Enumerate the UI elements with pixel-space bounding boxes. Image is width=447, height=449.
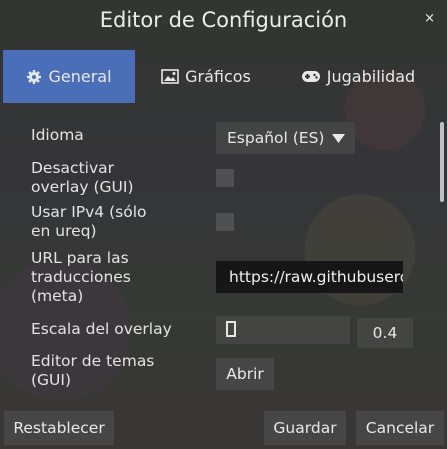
slider-handle[interactable] xyxy=(226,321,236,337)
gear-icon xyxy=(26,69,42,85)
tab-gameplay[interactable]: Jugabilidad xyxy=(288,50,428,103)
tab-general[interactable]: General xyxy=(3,50,135,103)
disable-overlay-label-line1: Desactivar xyxy=(31,159,114,177)
config-editor-window: Editor de Configuración × General Gráfic… xyxy=(0,0,447,449)
language-dropdown[interactable]: Español (ES) xyxy=(216,122,355,154)
save-button[interactable]: Guardar xyxy=(264,411,346,445)
gamepad-icon xyxy=(301,70,321,83)
tab-gameplay-label: Jugabilidad xyxy=(326,67,416,86)
overlay-scale-value[interactable]: 0.4 xyxy=(357,318,413,348)
tab-bar: General Gráficos Jugabilidad xyxy=(3,50,444,103)
theme-editor-label-line1: Editor de temas xyxy=(31,352,155,370)
theme-editor-label: Editor de temas (GUI) xyxy=(31,352,154,390)
cancel-button[interactable]: Cancelar xyxy=(356,411,444,445)
theme-editor-label-line2: (GUI) xyxy=(31,371,72,389)
use-ipv4-label: Usar IPv4 (sólo en ureq) xyxy=(31,203,147,241)
translations-url-input[interactable]: https://raw.githubusercontent.com xyxy=(216,261,403,293)
use-ipv4-label-line2: en ureq) xyxy=(31,222,97,240)
close-icon[interactable]: × xyxy=(424,11,435,26)
translations-url-label-line3: (meta) xyxy=(31,287,84,305)
language-value: Español (ES) xyxy=(227,129,325,147)
disable-overlay-label-line2: overlay (GUI) xyxy=(31,178,134,196)
settings-scrollbar[interactable] xyxy=(440,122,444,202)
open-theme-editor-button[interactable]: Abrir xyxy=(216,358,274,390)
translations-url-label-line1: URL para las xyxy=(31,249,129,267)
overlay-scale-slider[interactable] xyxy=(216,316,350,344)
language-label: Idioma xyxy=(31,126,84,144)
overlay-scale-label: Escala del overlay xyxy=(31,320,172,338)
translations-url-label-line2: traducciones xyxy=(31,268,131,286)
translations-url-label: URL para las traducciones (meta) xyxy=(31,249,131,306)
use-ipv4-label-line1: Usar IPv4 (sólo xyxy=(31,203,147,221)
image-icon xyxy=(161,69,179,84)
window-title: Editor de Configuración xyxy=(99,8,348,32)
reset-button[interactable]: Restablecer xyxy=(4,411,114,445)
disable-overlay-checkbox[interactable] xyxy=(216,169,234,187)
tab-graphics-label: Gráficos xyxy=(185,67,251,86)
tab-general-label: General xyxy=(48,67,112,86)
disable-overlay-label: Desactivar overlay (GUI) xyxy=(31,159,134,197)
use-ipv4-checkbox[interactable] xyxy=(216,213,234,231)
tab-graphics[interactable]: Gráficos xyxy=(151,50,261,103)
triangle-down-icon xyxy=(332,129,346,147)
